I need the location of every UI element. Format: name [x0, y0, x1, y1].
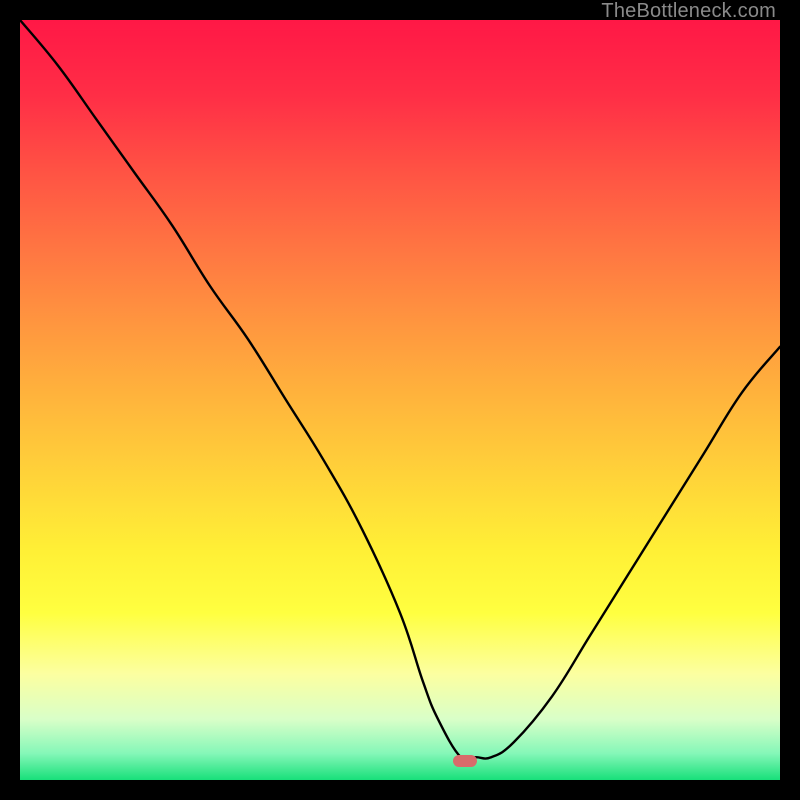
optimal-marker	[453, 755, 477, 767]
bottleneck-curve	[20, 20, 780, 780]
chart-container: TheBottleneck.com	[0, 0, 800, 800]
plot-area	[20, 20, 780, 780]
